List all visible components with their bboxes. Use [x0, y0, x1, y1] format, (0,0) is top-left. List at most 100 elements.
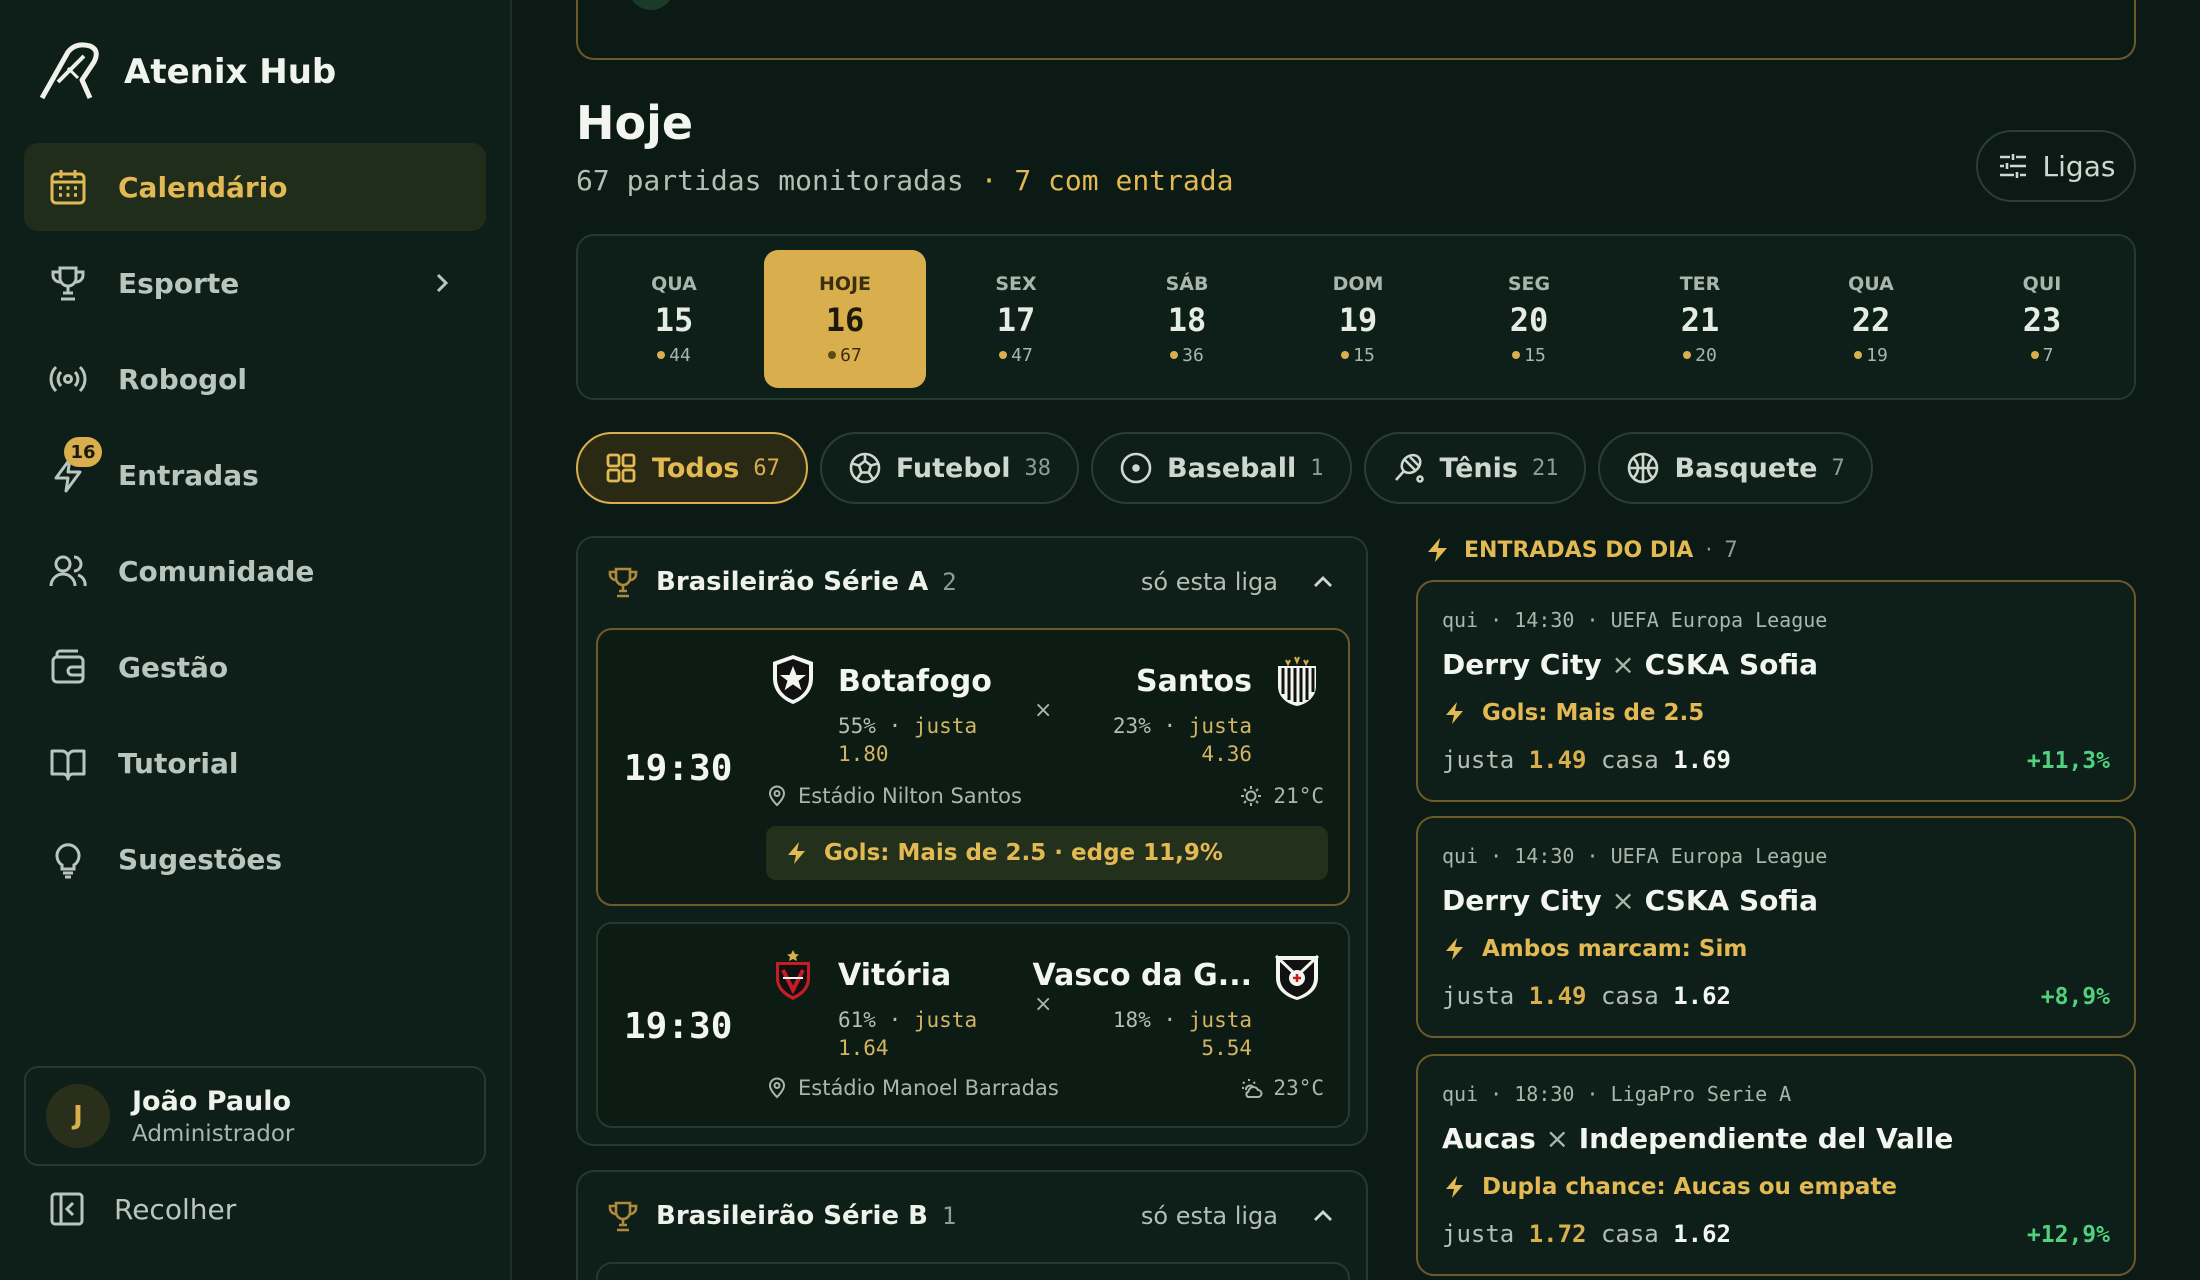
date-count: 44	[657, 345, 691, 366]
sidebar-item-label: Calendário	[118, 170, 288, 204]
date-item[interactable]: QUA 15 44	[593, 250, 755, 388]
filter-futebol[interactable]: Futebol 38	[819, 432, 1079, 504]
sliders-icon	[1999, 154, 2026, 178]
subtitle-separator: ·	[963, 164, 1015, 197]
sidebar-item-comunidade[interactable]: Comunidade	[24, 527, 486, 615]
filter-tenis[interactable]: Tênis 21	[1363, 432, 1587, 504]
only-this-league-link[interactable]: só esta liga	[1141, 568, 1278, 596]
wallet-icon	[48, 647, 88, 687]
date-item[interactable]: QUA 22 19	[1790, 250, 1952, 388]
trophy-icon	[608, 567, 638, 598]
date-count: 36	[1170, 345, 1204, 366]
match-venue: Estádio Manoel Barradas	[766, 1076, 1059, 1100]
match-weather: 21°C	[1239, 784, 1324, 808]
filter-label: Tênis	[1439, 452, 1518, 484]
sidebar-item-tutorial[interactable]: Tutorial	[24, 719, 486, 807]
match-card[interactable]: 19:30 Vitória 61% · justa 1.64 × Vasco da…	[596, 922, 1350, 1128]
date-item[interactable]: QUI 23 7	[1961, 250, 2123, 388]
entry-meta: qui · 18:30 · LigaPro Serie A	[1442, 1082, 1792, 1106]
date-item-today[interactable]: HOJE 16 67	[764, 250, 926, 388]
sidebar-item-entradas[interactable]: 16 Entradas	[24, 431, 486, 519]
lightbulb-icon	[48, 839, 88, 879]
entry-odds: justa 1.49 casa 1.69	[1442, 746, 1731, 774]
sidebar-item-robogol[interactable]: Robogol	[24, 335, 486, 423]
only-this-league-link[interactable]: só esta liga	[1141, 1202, 1278, 1230]
date-item[interactable]: SEX 17 47	[935, 250, 1097, 388]
date-item[interactable]: DOM 19 15	[1277, 250, 1439, 388]
date-dow: QUI	[2022, 272, 2062, 295]
filter-count: 1	[1310, 455, 1324, 481]
league-name: Brasileirão Série B	[656, 1201, 928, 1231]
filter-todos[interactable]: Todos 67	[576, 432, 808, 504]
sidebar-item-label: Tutorial	[118, 746, 239, 780]
date-dow: SEX	[995, 272, 1037, 295]
sidebar-item-calendario[interactable]: Calendário	[24, 143, 486, 231]
sidebar-item-label: Entradas	[118, 458, 259, 492]
page-subtitle: 67 partidas monitoradas · 7 com entrada	[576, 164, 1233, 197]
bolt-icon	[1446, 938, 1463, 960]
entry-edge: +11,3%	[2026, 748, 2110, 774]
basketball-icon	[1628, 452, 1659, 484]
match-card[interactable]	[596, 1262, 1350, 1280]
trophy-icon	[608, 1201, 638, 1232]
home-team-odds: 61% · justa 1.64	[838, 1008, 978, 1060]
date-dow: QUA	[1848, 272, 1894, 295]
brand[interactable]: Atenix Hub	[38, 42, 336, 102]
chevron-up-icon[interactable]	[1308, 1201, 1338, 1231]
collapse-sidebar-button[interactable]: Recolher	[48, 1190, 236, 1228]
date-item[interactable]: SEG 20 15	[1448, 250, 1610, 388]
page-title: Hoje	[576, 96, 694, 150]
date-count: 47	[999, 345, 1033, 366]
filter-label: Todos	[652, 452, 740, 484]
entries-separator: ·	[1705, 537, 1713, 563]
chevron-right-icon	[436, 273, 449, 293]
sidebar-item-gestao[interactable]: Gestão	[24, 623, 486, 711]
ligas-filter-button[interactable]: Ligas	[1976, 130, 2136, 202]
sidebar-item-sugestoes[interactable]: Sugestões	[24, 815, 486, 903]
sidebar-item-esporte[interactable]: Esporte	[24, 239, 486, 327]
bolt-icon	[1428, 538, 1447, 562]
date-dow: DOM	[1332, 272, 1384, 295]
entry-card[interactable]: qui · 14:30 · UEFA Europa League Derry C…	[1416, 816, 2136, 1038]
book-icon	[48, 743, 88, 783]
date-item[interactable]: SÁB 18 36	[1106, 250, 1268, 388]
sun-icon	[1241, 786, 1262, 806]
chevron-up-icon[interactable]	[1308, 567, 1338, 597]
date-count: 67	[828, 345, 862, 366]
date-num: 17	[996, 300, 1036, 339]
entry-pick: Dupla chance: Aucas ou empate	[1442, 1174, 1897, 1200]
filter-baseball[interactable]: Baseball 1	[1091, 432, 1352, 504]
entry-teams: Derry City × CSKA Sofia	[1442, 884, 1819, 917]
entry-card[interactable]: qui · 14:30 · UEFA Europa League Derry C…	[1416, 580, 2136, 802]
entradas-count-badge: 16	[64, 437, 102, 467]
soccer-ball-icon	[849, 452, 881, 484]
user-card[interactable]: J João Paulo Administrador	[24, 1066, 486, 1166]
date-dow: SÁB	[1165, 272, 1209, 295]
entry-card[interactable]: qui · 18:30 · LigaPro Serie A Aucas × In…	[1416, 1054, 2136, 1276]
sidebar-item-label: Gestão	[118, 650, 229, 684]
filter-count: 67	[753, 455, 780, 481]
date-num: 15	[654, 300, 694, 339]
filter-count: 7	[1831, 455, 1845, 481]
sidebar-item-label: Robogol	[118, 362, 247, 396]
top-card-indicator	[628, 0, 674, 10]
brand-name: Atenix Hub	[124, 52, 337, 92]
date-num: 22	[1851, 300, 1891, 339]
league-header[interactable]: Brasileirão Série A 2 só esta liga	[578, 538, 1366, 626]
date-item[interactable]: TER 21 20	[1619, 250, 1781, 388]
date-num: 16	[825, 300, 865, 339]
sport-filters: Todos 67 Futebol 38 Baseball 1 Tênis 21 …	[576, 432, 1873, 504]
match-card[interactable]: 19:30 Botafogo 55% · justa 1.80 × Santos …	[596, 628, 1350, 906]
sidebar-item-label: Esporte	[118, 266, 240, 300]
filter-basquete[interactable]: Basquete 7	[1598, 432, 1873, 504]
entry-odds: justa 1.72 casa 1.62	[1442, 1220, 1731, 1248]
match-time: 19:30	[624, 1006, 733, 1047]
league-header[interactable]: Brasileirão Série B 1 só esta liga	[578, 1172, 1366, 1260]
date-num: 23	[2022, 300, 2062, 339]
home-team-odds: 55% · justa 1.80	[838, 714, 978, 766]
entry-teams: Derry City × CSKA Sofia	[1442, 648, 1819, 681]
user-role: Administrador	[132, 1120, 295, 1147]
entry-meta: qui · 14:30 · UEFA Europa League	[1442, 608, 1828, 632]
calendar-icon	[48, 167, 88, 207]
date-num: 18	[1167, 300, 1207, 339]
